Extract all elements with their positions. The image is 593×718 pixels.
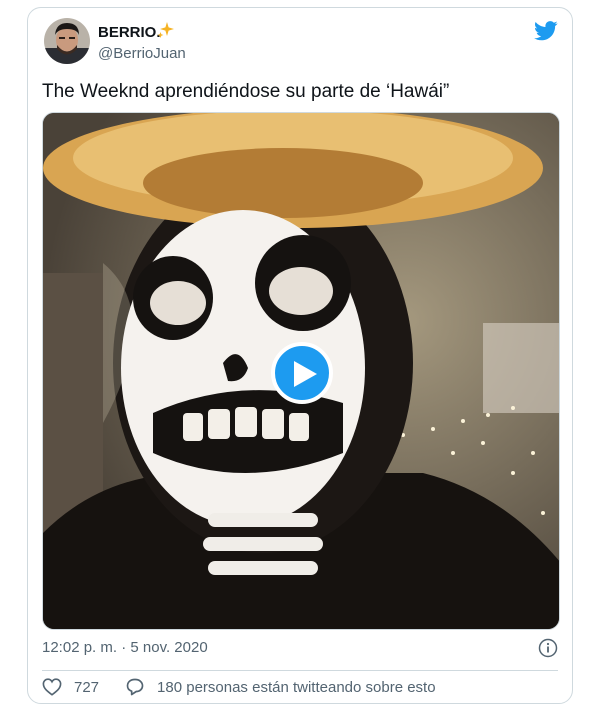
tweet-timestamp[interactable]: 12:02 p. m. · 5 nov. 2020 — [42, 639, 208, 656]
video-player[interactable] — [42, 112, 560, 630]
play-icon — [294, 361, 317, 387]
like-count: 727 — [74, 678, 100, 696]
author-handle[interactable]: @BerrioJuan — [98, 45, 186, 62]
twitter-bird-icon[interactable] — [534, 20, 558, 42]
conversation-link[interactable]: 180 personas están twitteando sobre esto — [125, 677, 436, 697]
info-icon[interactable] — [538, 638, 558, 658]
sparkles-icon — [157, 22, 174, 38]
reply-bubble-icon — [126, 678, 144, 696]
heart-icon — [42, 678, 62, 696]
tweet-text: The Weeknd aprendiéndose su parte de ‘Ha… — [42, 81, 450, 102]
avatar[interactable] — [44, 18, 90, 64]
avatar-image — [44, 18, 90, 64]
divider — [42, 670, 558, 671]
tweet-card[interactable]: BERRIO. @BerrioJuan The Weeknd aprendién… — [27, 7, 573, 704]
conversation-text: 180 personas están twitteando sobre esto — [157, 678, 436, 696]
tweet-actions: 727 180 personas están twitteando sobre … — [42, 676, 436, 698]
like-button[interactable]: 727 — [42, 678, 99, 696]
author-display-name[interactable]: BERRIO. — [98, 24, 161, 41]
play-button[interactable] — [271, 342, 333, 404]
